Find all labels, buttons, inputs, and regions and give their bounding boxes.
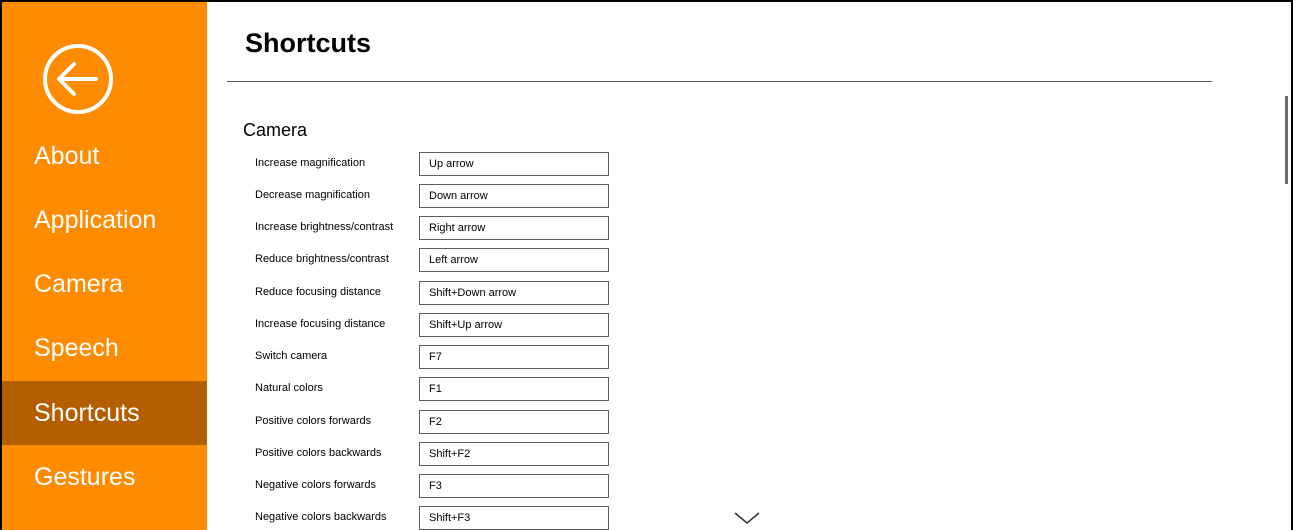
shortcut-label: Reduce brightness/contrast [255, 253, 389, 265]
nav-item-application[interactable]: Application [2, 188, 207, 252]
shortcut-field[interactable]: Left arrow [419, 248, 609, 272]
shortcut-label: Negative colors forwards [255, 479, 377, 491]
nav-item-camera[interactable]: Camera [2, 252, 207, 316]
back-button[interactable] [42, 43, 114, 115]
page-title: Shortcuts [245, 28, 372, 58]
shortcut-field[interactable]: Down arrow [419, 184, 609, 208]
settings-window: About Application Camera Speech Shortcut… [0, 0, 1293, 530]
shortcut-label: Positive colors forwards [255, 415, 372, 427]
shortcut-label: Increase magnification [255, 157, 366, 169]
nav-item-label: Shortcuts [34, 398, 140, 427]
shortcut-field[interactable]: Shift+F3 [419, 506, 609, 530]
shortcut-field[interactable]: F2 [419, 410, 609, 434]
shortcut-label: Increase focusing distance [255, 318, 386, 330]
main-panel: Shortcuts Camera Increase magnification … [207, 2, 1291, 530]
shortcut-label: Positive colors backwards [255, 447, 382, 459]
scrollbar-thumb[interactable] [1285, 96, 1288, 184]
shortcut-field[interactable]: Shift+Down arrow [419, 281, 609, 305]
shortcut-label: Switch camera [255, 350, 328, 362]
nav-item-speech[interactable]: Speech [2, 316, 207, 380]
title-divider [227, 81, 1212, 82]
nav-item-shortcuts[interactable]: Shortcuts [2, 381, 207, 445]
section-heading: Camera [243, 120, 308, 140]
shortcut-label: Natural colors [255, 382, 323, 394]
sidebar: About Application Camera Speech Shortcut… [2, 2, 207, 530]
shortcut-label: Reduce focusing distance [255, 286, 381, 298]
nav-item-label: Camera [34, 269, 123, 298]
nav-item-about[interactable]: About [2, 124, 207, 188]
shortcut-label: Decrease magnification [255, 189, 370, 201]
shortcut-field[interactable]: F3 [419, 474, 609, 498]
nav-item-label: Application [34, 205, 157, 234]
shortcut-field[interactable]: F7 [419, 345, 609, 369]
nav-item-label: About [34, 141, 100, 170]
shortcut-label: Negative colors backwards [255, 511, 387, 523]
scroll-down-button[interactable] [733, 510, 761, 526]
nav-item-gestures[interactable]: Gestures [2, 445, 207, 509]
chevron-down-icon [734, 512, 760, 524]
shortcut-field[interactable]: Shift+Up arrow [419, 313, 609, 337]
shortcut-field[interactable]: Right arrow [419, 216, 609, 240]
shortcut-field[interactable]: Shift+F2 [419, 442, 609, 466]
shortcut-field[interactable]: Up arrow [419, 152, 609, 176]
shortcut-label: Increase brightness/contrast [255, 221, 394, 233]
back-arrow-circle-icon [43, 44, 113, 114]
nav-item-label: Speech [34, 333, 119, 362]
shortcut-field[interactable]: F1 [419, 377, 609, 401]
nav-item-label: Gestures [34, 462, 136, 491]
